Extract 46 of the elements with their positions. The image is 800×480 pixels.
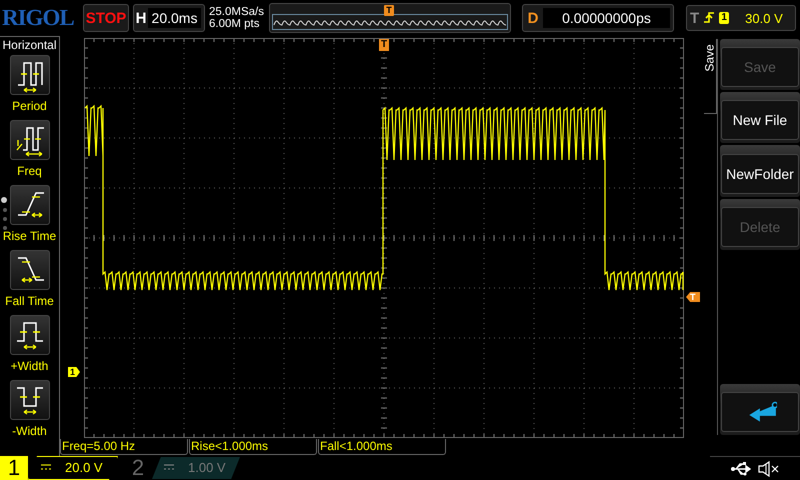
measurement-readout: Fall<1.000ms bbox=[318, 439, 446, 455]
measure-label: +Width bbox=[10, 359, 48, 373]
measure-label: Freq bbox=[17, 164, 42, 178]
trigger-position-marker: T bbox=[379, 39, 389, 51]
softkey-button[interactable]: NewFolder bbox=[720, 145, 800, 197]
dc-coupling-icon bbox=[164, 464, 174, 470]
measure-label: Rise Time bbox=[2, 229, 56, 243]
rising-edge-icon bbox=[703, 10, 716, 26]
trigger-label: T bbox=[690, 10, 700, 26]
brand-logo: RIGOL bbox=[2, 5, 75, 31]
channel-scale: 1.00 V bbox=[188, 459, 226, 477]
measurement-readout: Freq=5.00 Hz bbox=[60, 439, 188, 455]
memory-depth: 6.00M pts bbox=[209, 18, 260, 30]
measure-button[interactable] bbox=[10, 55, 50, 95]
delay-value: 0.00000000ps bbox=[543, 8, 670, 28]
measurement-readout: Rise<1.000ms bbox=[189, 439, 317, 455]
menu-title: Horizontal bbox=[2, 38, 57, 52]
sample-rate: 25.0MSa/s bbox=[209, 6, 265, 18]
measure-button[interactable] bbox=[10, 120, 50, 160]
delay-box[interactable]: D 0.00000000ps bbox=[522, 4, 674, 32]
trigger-position-marker: T bbox=[384, 5, 394, 16]
channel-number: 1 bbox=[0, 456, 28, 480]
timebase-box[interactable]: H 20.0ms bbox=[133, 4, 205, 32]
channel-scale: 20.0 V bbox=[65, 459, 103, 477]
timebase-value: 20.0ms bbox=[148, 8, 201, 28]
dc-coupling-icon bbox=[41, 464, 51, 470]
delay-label: D bbox=[526, 10, 540, 26]
channel-number: 2 bbox=[130, 456, 146, 480]
speaker-muted-icon bbox=[758, 460, 780, 476]
measure-button[interactable] bbox=[10, 380, 50, 420]
trigger-box[interactable]: T 1 30.0 V bbox=[686, 5, 796, 31]
menu-title: Save bbox=[703, 44, 717, 72]
trigger-source-badge: 1 bbox=[719, 12, 730, 24]
measure-label: Period bbox=[12, 99, 47, 113]
measure-label: -Width bbox=[12, 424, 47, 438]
channel-marker[interactable]: 1 bbox=[68, 367, 80, 377]
usb-icon bbox=[730, 462, 752, 476]
measure-button[interactable] bbox=[10, 185, 50, 225]
timebase-label: H bbox=[134, 10, 148, 26]
run-stop-indicator[interactable]: STOP bbox=[83, 4, 129, 32]
measure-button[interactable] bbox=[10, 250, 50, 290]
trigger-level: 30.0 V bbox=[745, 10, 783, 26]
measure-button[interactable] bbox=[10, 315, 50, 355]
measure-label: Fall Time bbox=[5, 294, 54, 308]
softkey-button[interactable] bbox=[720, 384, 800, 436]
softkey-button[interactable]: New File bbox=[720, 92, 800, 144]
